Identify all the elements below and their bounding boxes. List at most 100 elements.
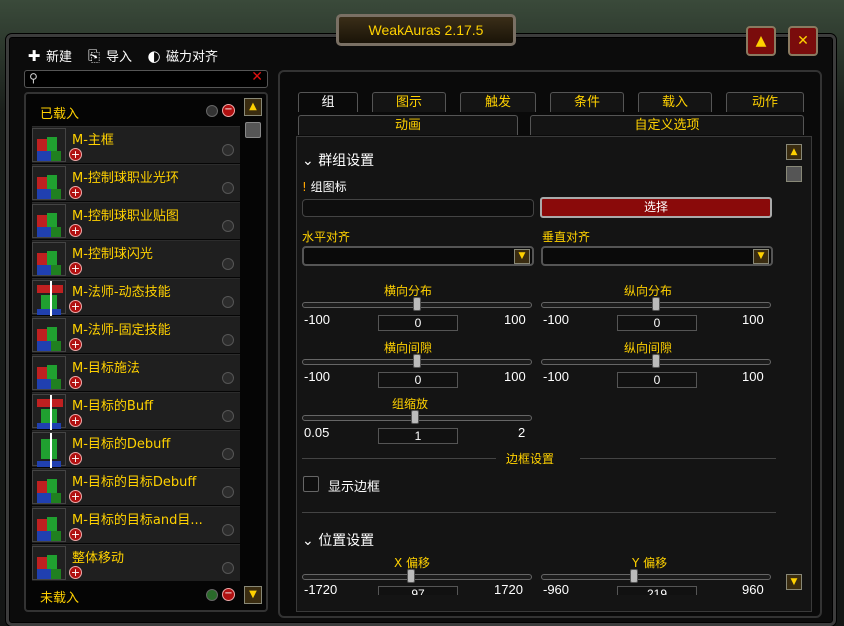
status-dot-icon[interactable] xyxy=(222,372,234,384)
list-item[interactable]: M-目标施法 + xyxy=(32,354,240,391)
status-dot-icon[interactable] xyxy=(222,182,234,194)
list-item[interactable]: M-目标的目标and目... + xyxy=(32,506,240,543)
window-title-bar[interactable]: WeakAuras 2.17.5 xyxy=(336,14,516,46)
group-icon-input[interactable] xyxy=(302,199,534,217)
slider-knob[interactable] xyxy=(630,569,638,583)
dropdown-arrow-icon: ▼ xyxy=(753,249,769,264)
content-scroll-down-icon[interactable]: ▼ xyxy=(786,574,802,590)
h-gap-slider[interactable] xyxy=(302,354,532,368)
slider-knob[interactable] xyxy=(413,297,421,311)
group-settings-header[interactable]: ⌄ 群组设置 xyxy=(302,150,374,170)
content-scroll-up-icon[interactable]: ▲ xyxy=(786,144,802,160)
tab-animation[interactable]: 动画 xyxy=(298,115,518,135)
expand-icon[interactable]: + xyxy=(69,452,82,465)
list-item[interactable]: M-目标的目标Debuff + xyxy=(32,468,240,505)
collapse-unloaded-button[interactable]: − xyxy=(222,588,235,601)
status-dot-icon[interactable] xyxy=(222,258,234,270)
snap-button[interactable]: ◐ 磁力对齐 xyxy=(146,46,218,66)
status-dot-icon[interactable] xyxy=(222,410,234,422)
h-gap-min: -100 xyxy=(304,369,331,384)
clear-search-icon[interactable]: ✕ xyxy=(251,69,263,85)
h-dist-slider[interactable] xyxy=(302,297,532,311)
v-gap-slider[interactable] xyxy=(541,354,771,368)
y-offset-slider[interactable] xyxy=(541,569,771,583)
minimize-button[interactable]: ▲ xyxy=(746,26,776,56)
expand-icon[interactable]: + xyxy=(69,262,82,275)
window-title: WeakAuras 2.17.5 xyxy=(368,22,484,38)
status-dot-icon[interactable] xyxy=(222,486,234,498)
scale-value-input[interactable]: 1 xyxy=(378,428,458,444)
aura-thumbnail xyxy=(32,546,66,580)
halign-dropdown[interactable]: ▼ xyxy=(302,246,534,266)
status-dot-icon[interactable] xyxy=(222,296,234,308)
expand-icon[interactable]: + xyxy=(69,490,82,503)
import-button[interactable]: ⎘ 导入 xyxy=(86,46,132,66)
list-item[interactable]: M-控制球职业贴图 + xyxy=(32,202,240,239)
list-scroll-down-icon[interactable]: ▼ xyxy=(244,586,262,604)
slider-knob[interactable] xyxy=(652,297,660,311)
y-offset-value-input[interactable]: 219 xyxy=(617,586,697,595)
content-scrollbar-thumb[interactable] xyxy=(786,166,802,182)
expand-icon[interactable]: + xyxy=(69,566,82,579)
expand-icon[interactable]: + xyxy=(69,148,82,161)
tab-group[interactable]: 组 xyxy=(298,92,358,112)
search-input[interactable]: ⚲ ✕ xyxy=(24,69,268,88)
list-item[interactable]: 整体移动 + xyxy=(32,544,240,581)
list-item[interactable]: M-控制球闪光 + xyxy=(32,240,240,277)
unloaded-toggle-icon[interactable] xyxy=(206,589,218,601)
close-button[interactable]: ✕ xyxy=(788,26,818,56)
list-item[interactable]: M-主框 + xyxy=(32,126,240,163)
expand-icon[interactable]: + xyxy=(69,528,82,541)
slider-knob[interactable] xyxy=(413,354,421,368)
list-item[interactable]: M-控制球职业光环 + xyxy=(32,164,240,201)
tab-display[interactable]: 图示 xyxy=(372,92,446,112)
tab-trigger[interactable]: 触发 xyxy=(460,92,536,112)
position-settings-header[interactable]: ⌄ 位置设置 xyxy=(302,530,374,550)
status-dot-icon[interactable] xyxy=(222,334,234,346)
expand-icon[interactable]: + xyxy=(69,224,82,237)
v-dist-slider[interactable] xyxy=(541,297,771,311)
aura-thumbnail xyxy=(32,128,66,162)
aura-thumbnail xyxy=(32,204,66,238)
x-offset-value-input[interactable]: 97 xyxy=(378,586,458,595)
new-button[interactable]: ✚ 新建 xyxy=(26,46,72,66)
h-gap-label: 横向间隙 xyxy=(384,341,433,355)
h-dist-value-input[interactable]: 0 xyxy=(378,315,458,331)
expand-icon[interactable]: + xyxy=(69,186,82,199)
valign-dropdown[interactable]: ▼ xyxy=(541,246,773,266)
status-dot-icon[interactable] xyxy=(222,524,234,536)
list-scrollbar-thumb[interactable] xyxy=(245,122,261,138)
h-gap-value-input[interactable]: 0 xyxy=(378,372,458,388)
list-item[interactable]: M-法师-固定技能 + xyxy=(32,316,240,353)
tab-actions[interactable]: 动作 xyxy=(726,92,804,112)
aura-thumbnail xyxy=(32,242,66,276)
expand-icon[interactable]: + xyxy=(69,414,82,427)
v-gap-value-input[interactable]: 0 xyxy=(617,372,697,388)
tab-conditions[interactable]: 条件 xyxy=(550,92,624,112)
status-dot-icon[interactable] xyxy=(222,144,234,156)
tab-load[interactable]: 载入 xyxy=(638,92,712,112)
scale-slider[interactable] xyxy=(302,410,532,424)
status-dot-icon[interactable] xyxy=(222,220,234,232)
expand-icon[interactable]: + xyxy=(69,376,82,389)
status-dot-icon[interactable] xyxy=(222,562,234,574)
plus-icon: ✚ xyxy=(27,46,41,65)
x-offset-slider[interactable] xyxy=(302,569,532,583)
v-dist-value-input[interactable]: 0 xyxy=(617,315,697,331)
status-dot-icon[interactable] xyxy=(222,448,234,460)
list-item[interactable]: M-法师-动态技能 + xyxy=(32,278,240,317)
choose-icon-button[interactable]: 选择 xyxy=(540,197,772,218)
list-item[interactable]: M-目标的Buff + xyxy=(32,392,240,431)
list-scroll-up-icon[interactable]: ▲ xyxy=(244,98,262,116)
slider-knob[interactable] xyxy=(652,354,660,368)
x-offset-max: 1720 xyxy=(494,582,523,595)
slider-knob[interactable] xyxy=(411,410,419,424)
expand-icon[interactable]: + xyxy=(69,338,82,351)
show-border-checkbox[interactable] xyxy=(303,476,319,492)
collapse-loaded-button[interactable]: − xyxy=(222,104,235,117)
expand-icon[interactable]: + xyxy=(69,300,82,313)
tab-custom-options[interactable]: 自定义选项 xyxy=(530,115,804,135)
list-item[interactable]: M-目标的Debuff + xyxy=(32,430,240,469)
slider-knob[interactable] xyxy=(407,569,415,583)
loaded-toggle-icon[interactable] xyxy=(206,105,218,117)
